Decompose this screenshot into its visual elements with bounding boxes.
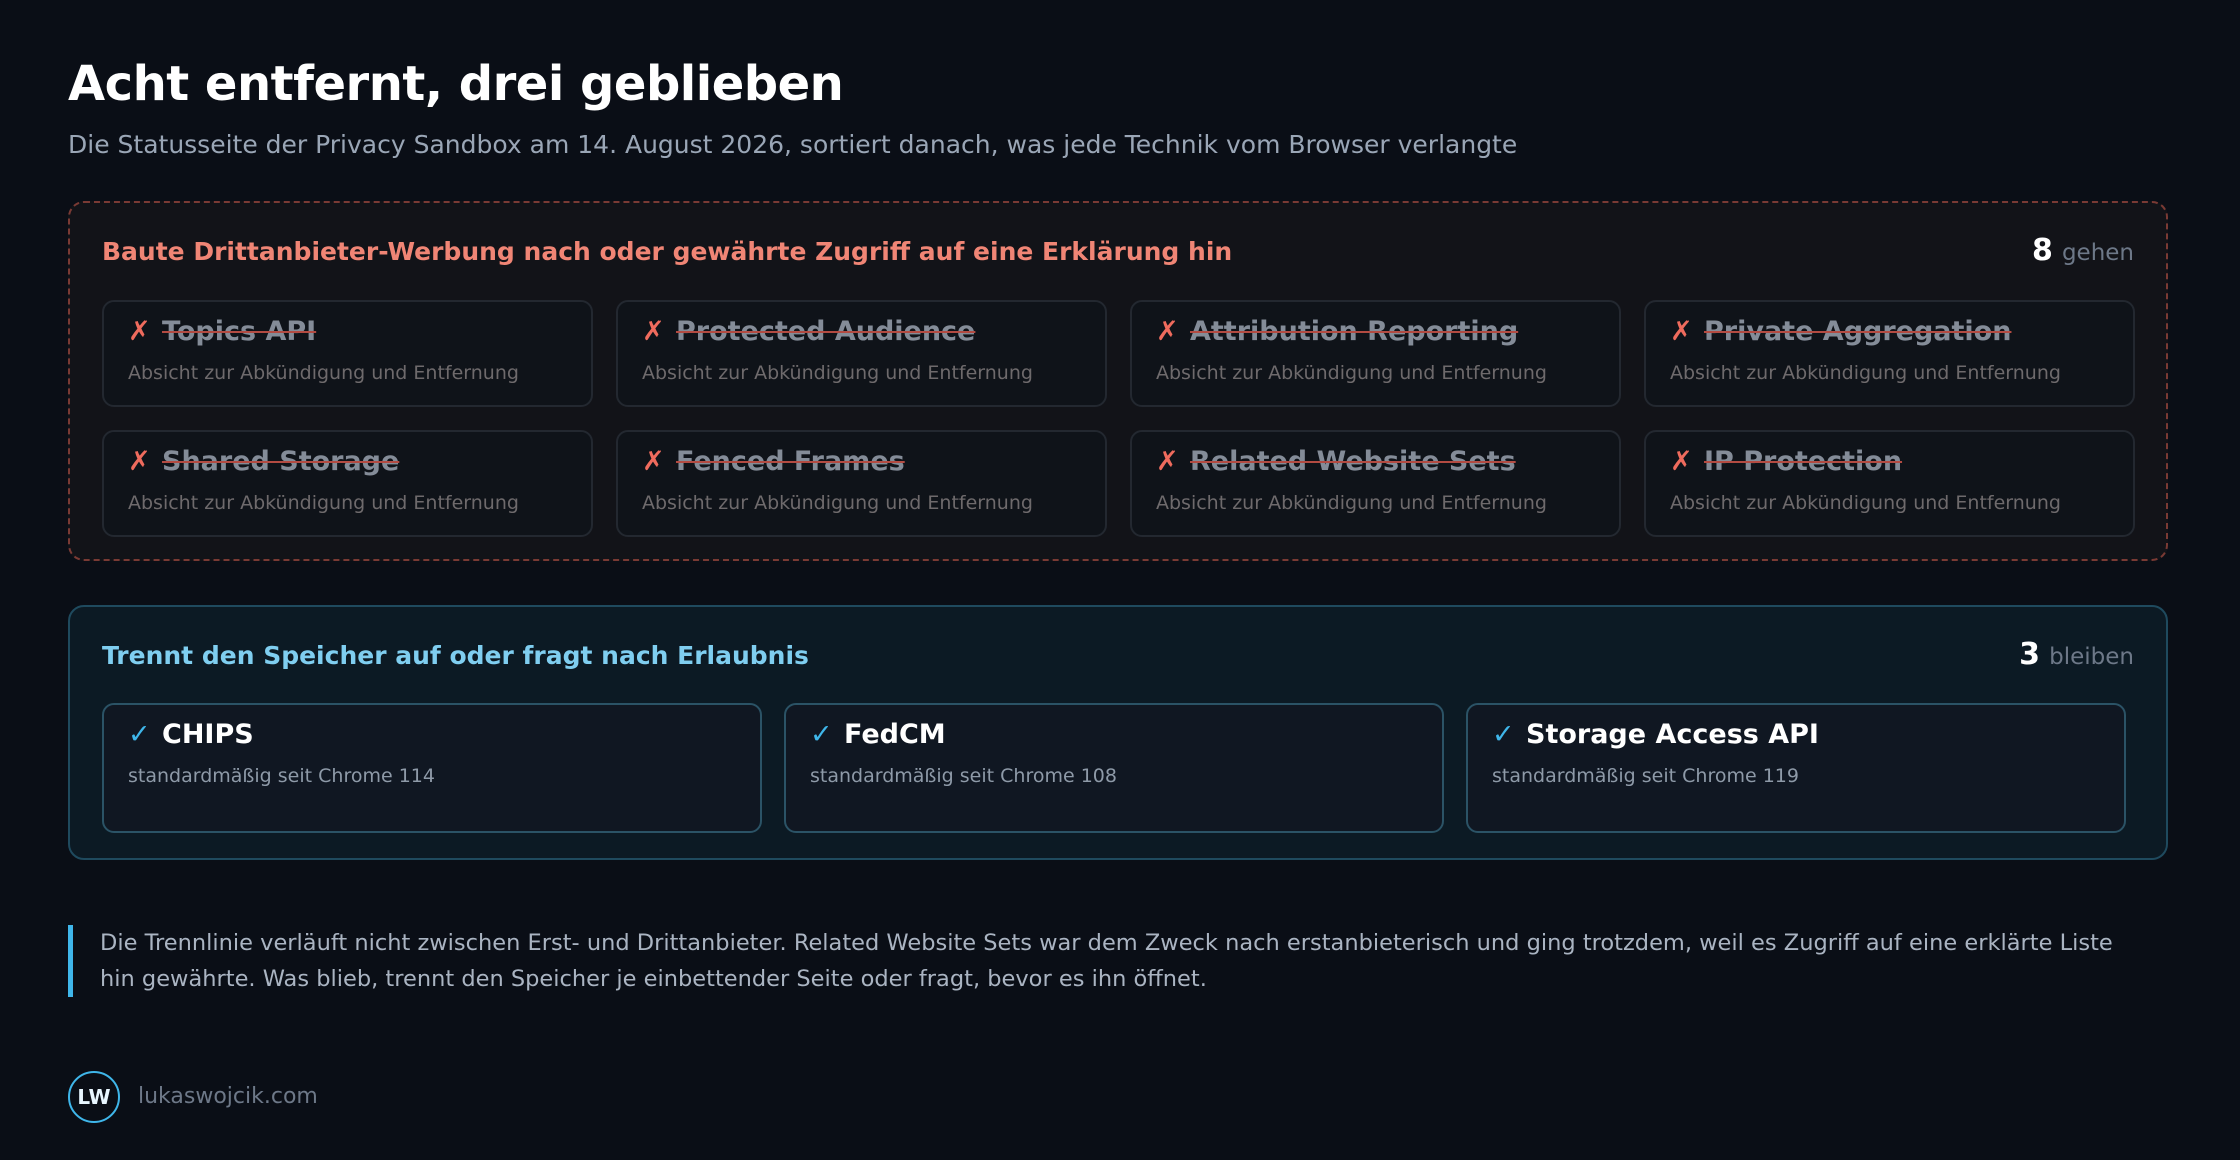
card-name: Fenced Frames	[676, 446, 905, 477]
page-subtitle: Die Statusseite der Privacy Sandbox am 1…	[68, 130, 1518, 159]
card-name: CHIPS	[162, 719, 254, 750]
kept-card-chips: ✓ CHIPS standardmäßig seit Chrome 114	[102, 703, 762, 833]
card-name: FedCM	[844, 719, 946, 750]
cross-icon: ✗	[642, 316, 665, 347]
removed-card-shared-storage: ✗ Shared Storage Absicht zur Abkündigung …	[102, 430, 593, 537]
footer-site-link[interactable]: lukaswojcik.com	[138, 1084, 318, 1109]
card-status: standardmäßig seit Chrome 119	[1492, 765, 1799, 787]
kept-card-fedcm: ✓ FedCM standardmäßig seit Chrome 108	[784, 703, 1444, 833]
kept-count: 3 bleiben	[2019, 637, 2134, 672]
card-status: Absicht zur Abkündigung und Entfernung	[1156, 362, 1547, 384]
cross-icon: ✗	[128, 316, 151, 347]
removed-section-header: Baute Drittanbieter-Werbung nach oder ge…	[102, 233, 2134, 277]
page: Acht entfernt, drei geblieben Die Status…	[68, 0, 2172, 1160]
removed-count-number: 8	[2031, 233, 2053, 268]
author-logo: LW	[68, 1071, 120, 1123]
cross-icon: ✗	[128, 446, 151, 477]
removed-count: 8 gehen	[2032, 233, 2134, 268]
kept-section-title: Trennt den Speicher auf oder fragt nach …	[102, 641, 809, 670]
removed-card-private-aggregation: ✗ Private Aggregation Absicht zur Abkündi…	[1644, 300, 2135, 407]
card-name: Storage Access API	[1526, 719, 1819, 750]
kept-section-header: Trennt den Speicher auf oder fragt nach …	[102, 637, 2134, 681]
removed-card-attribution-reporting: ✗ Attribution Reporting Absicht zur Abkün…	[1130, 300, 1621, 407]
kept-section: Trennt den Speicher auf oder fragt nach …	[68, 605, 2168, 860]
cross-icon: ✗	[1156, 316, 1179, 347]
kept-count-number: 3	[2019, 637, 2041, 672]
removed-section-title: Baute Drittanbieter-Werbung nach oder ge…	[102, 237, 1233, 266]
removed-count-label: gehen	[2061, 240, 2134, 266]
card-status: standardmäßig seit Chrome 108	[810, 765, 1117, 787]
card-name: Protected Audience	[676, 316, 976, 347]
card-status: Absicht zur Abkündigung und Entfernung	[1156, 492, 1547, 514]
check-icon: ✓	[810, 719, 833, 750]
card-name: Related Website Sets	[1190, 446, 1516, 477]
cross-icon: ✗	[1156, 446, 1179, 477]
card-name: Private Aggregation	[1704, 316, 2012, 347]
card-name: Attribution Reporting	[1190, 316, 1519, 347]
removed-card-ip-protection: ✗ IP Protection Absicht zur Abkündigung u…	[1644, 430, 2135, 537]
cross-icon: ✗	[642, 446, 665, 477]
card-status: Absicht zur Abkündigung und Entfernung	[642, 362, 1033, 384]
card-status: Absicht zur Abkündigung und Entfernung	[1670, 492, 2061, 514]
card-name: Shared Storage	[162, 446, 400, 477]
card-status: Absicht zur Abkündigung und Entfernung	[128, 362, 519, 384]
check-icon: ✓	[128, 719, 151, 750]
card-status: Absicht zur Abkündigung und Entfernung	[642, 492, 1033, 514]
card-status: Absicht zur Abkündigung und Entfernung	[1670, 362, 2061, 384]
card-status: Absicht zur Abkündigung und Entfernung	[128, 492, 519, 514]
check-icon: ✓	[1492, 719, 1515, 750]
cross-icon: ✗	[1670, 446, 1693, 477]
removed-section: Baute Drittanbieter-Werbung nach oder ge…	[68, 201, 2168, 561]
removed-card-fenced-frames: ✗ Fenced Frames Absicht zur Abkündigung u…	[616, 430, 1107, 537]
card-status: standardmäßig seit Chrome 114	[128, 765, 435, 787]
page-title: Acht entfernt, drei geblieben	[68, 56, 844, 112]
explanation-note: Die Trennlinie verläuft nicht zwischen E…	[68, 925, 2128, 997]
kept-card-storage-access-api: ✓ Storage Access API standardmäßig seit C…	[1466, 703, 2126, 833]
card-name: IP Protection	[1704, 446, 1903, 477]
cross-icon: ✗	[1670, 316, 1693, 347]
kept-count-label: bleiben	[2049, 644, 2134, 670]
card-name: Topics API	[162, 316, 317, 347]
removed-card-topics-api: ✗ Topics API Absicht zur Abkündigung und …	[102, 300, 593, 407]
removed-card-related-website-sets: ✗ Related Website Sets Absicht zur Abkünd…	[1130, 430, 1621, 537]
removed-card-protected-audience: ✗ Protected Audience Absicht zur Abkündig…	[616, 300, 1107, 407]
